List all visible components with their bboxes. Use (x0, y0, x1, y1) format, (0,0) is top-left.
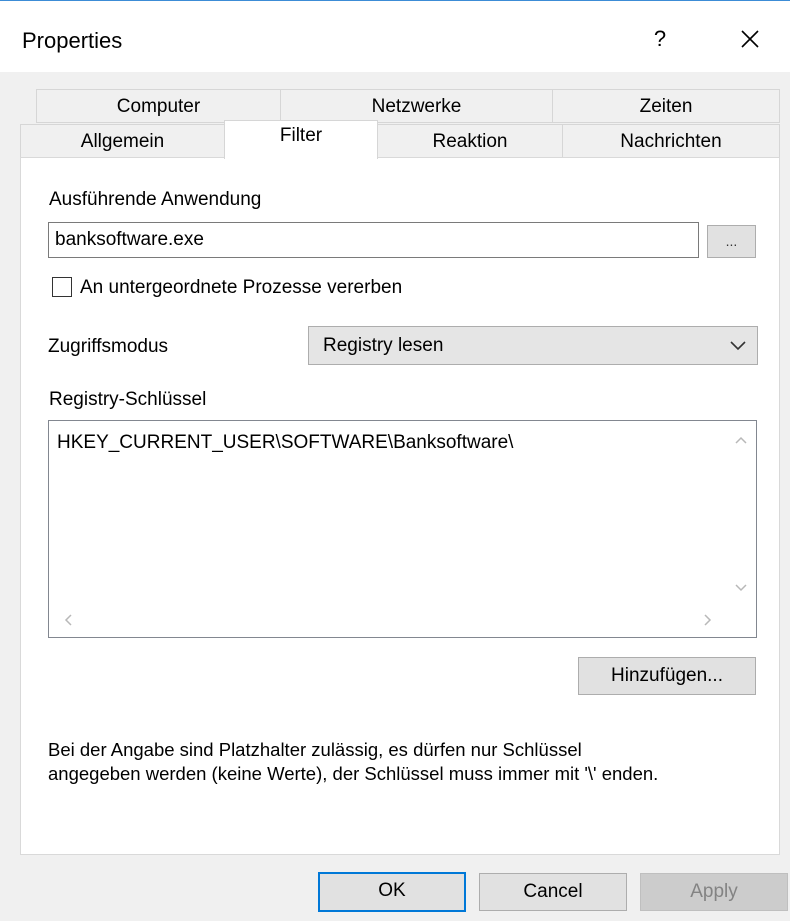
scroll-right-icon[interactable] (697, 609, 719, 631)
tab-zeiten[interactable]: Zeiten (552, 89, 780, 123)
hint-line-2: angegeben werden (keine Werte), der Schl… (48, 763, 659, 784)
scroll-down-icon[interactable] (730, 577, 752, 599)
tab-nachrichten[interactable]: Nachrichten (562, 124, 780, 158)
browse-button[interactable]: ... (707, 225, 756, 258)
title-bar-accent-line (0, 0, 790, 1)
registry-listbox[interactable]: HKEY_CURRENT_USER\SOFTWARE\Banksoftware\ (48, 420, 757, 638)
application-label: Ausführende Anwendung (49, 189, 262, 210)
close-button[interactable] (722, 18, 778, 60)
tab-netzwerke[interactable]: Netzwerke (280, 89, 553, 123)
access-mode-dropdown[interactable]: Registry lesen (308, 326, 758, 365)
access-mode-value: Registry lesen (323, 335, 444, 356)
chevron-down-icon (730, 341, 746, 351)
access-mode-label: Zugriffsmodus (48, 336, 169, 357)
cancel-button[interactable]: Cancel (479, 873, 627, 911)
tab-computer[interactable]: Computer (36, 89, 281, 123)
inherit-checkbox[interactable] (52, 277, 72, 297)
scroll-left-icon[interactable] (57, 609, 79, 631)
add-button[interactable]: Hinzufügen... (578, 657, 756, 695)
hint-line-1: Bei der Angabe sind Platzhalter zulässig… (48, 739, 582, 760)
window-title: Properties (22, 28, 123, 53)
close-icon (741, 30, 759, 48)
scroll-up-icon[interactable] (730, 429, 752, 451)
apply-button[interactable]: Apply (640, 873, 788, 911)
application-input[interactable]: banksoftware.exe (48, 222, 699, 258)
ok-button[interactable]: OK (318, 872, 466, 912)
tab-filter[interactable]: Filter (224, 120, 378, 159)
inherit-label: An untergeordnete Prozesse vererben (80, 277, 403, 298)
tab-allgemein[interactable]: Allgemein (20, 124, 225, 158)
tab-reaktion[interactable]: Reaktion (377, 124, 563, 158)
help-button[interactable]: ? (632, 18, 688, 60)
registry-entry[interactable]: HKEY_CURRENT_USER\SOFTWARE\Banksoftware\ (57, 431, 513, 455)
registry-label: Registry-Schlüssel (49, 389, 207, 410)
